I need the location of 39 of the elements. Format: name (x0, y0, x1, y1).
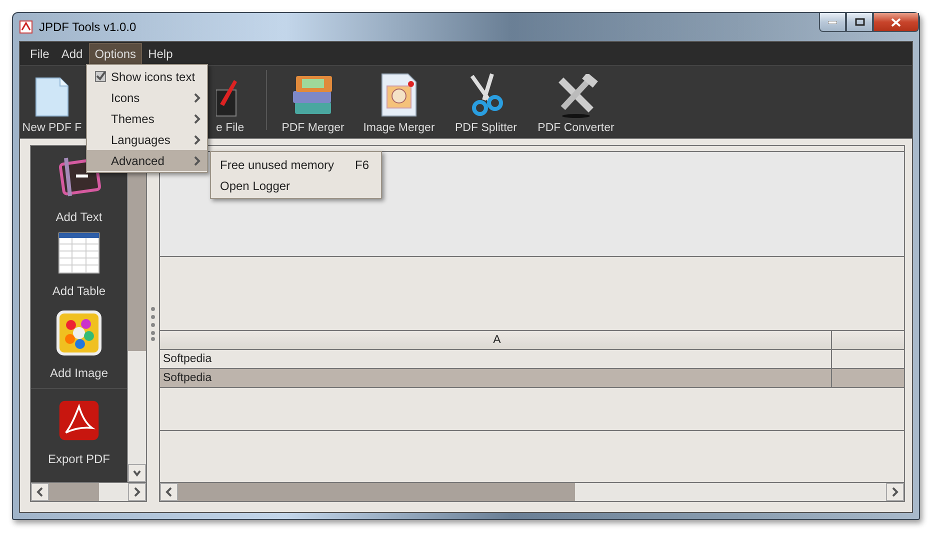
toolbar-button-label[interactable]: e File (216, 122, 244, 134)
close-icon (891, 18, 901, 26)
side-tool-label[interactable]: Export PDF (48, 452, 110, 466)
window-title: JPDF Tools v1.0.0 (39, 20, 138, 34)
flower-icon (56, 310, 102, 356)
checkbox[interactable] (95, 71, 106, 82)
menu-entry[interactable]: Free unused memory (220, 158, 355, 172)
side-tool-label[interactable]: Add Table (52, 284, 106, 298)
toolbar-button-label[interactable]: PDF Splitter (455, 122, 517, 134)
splitter-handle[interactable] (151, 306, 155, 340)
menu-entry[interactable]: Themes (111, 112, 193, 126)
menu-item[interactable]: Add (55, 42, 89, 64)
table-icon (58, 232, 100, 274)
document-icon (34, 76, 70, 118)
side-tool-label[interactable]: Add Text (56, 210, 102, 224)
menu-entry[interactable]: Languages (111, 132, 193, 146)
toolbar-button-label[interactable]: PDF Converter (538, 122, 614, 134)
side-tool-label[interactable]: Add Image (50, 366, 108, 380)
close-button[interactable] (873, 13, 919, 32)
horizontal-scrollbar[interactable] (31, 482, 146, 501)
minimize-icon (828, 20, 837, 24)
maximize-button[interactable] (846, 13, 873, 32)
table-row[interactable]: Softpedia (160, 350, 904, 369)
minimize-button[interactable] (819, 13, 846, 32)
shortcut-label: F6 (354, 158, 369, 172)
toolbar-button-label[interactable]: PDF Merger (282, 122, 344, 134)
menu-item[interactable]: Options (88, 42, 142, 64)
menu-entry[interactable]: Open Logger (220, 178, 369, 192)
horizontal-scrollbar[interactable] (160, 482, 904, 501)
menu-item[interactable]: Help (142, 42, 179, 64)
maximize-icon (854, 18, 864, 26)
table-row[interactable]: Softpedia (160, 369, 904, 388)
toolbar-button-label[interactable]: New PDF F (22, 122, 82, 134)
menu-entry[interactable]: Show icons text (111, 70, 201, 84)
menu-item[interactable]: File (24, 42, 56, 64)
toolbar-button-label[interactable]: Image Merger (363, 122, 435, 134)
scissors-icon (468, 72, 504, 118)
app-icon (19, 20, 33, 34)
menu-entry[interactable]: Icons (111, 90, 193, 104)
